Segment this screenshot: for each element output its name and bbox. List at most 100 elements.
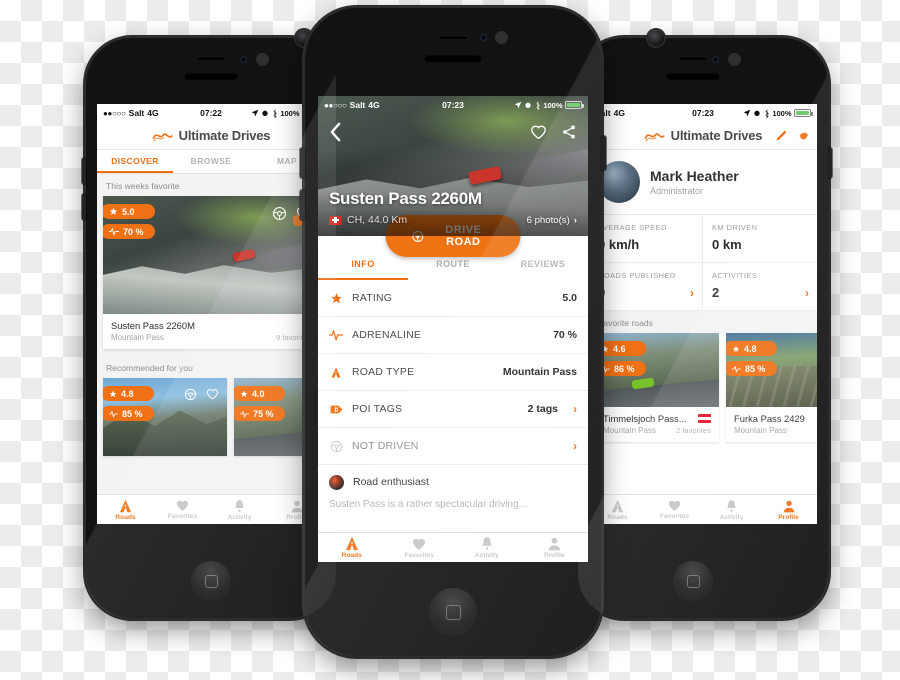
- road-enthusiast-row[interactable]: Road enthusiast: [318, 465, 588, 499]
- share-icon[interactable]: [561, 124, 577, 140]
- tabbar-item-favorites[interactable]: Favorites: [646, 495, 703, 524]
- front-camera-icon: [712, 56, 719, 63]
- power-button[interactable]: [601, 136, 606, 170]
- home-button-left[interactable]: [191, 561, 231, 601]
- info-list: RATING 5.0 ADRENALINE 70 % ROAD TYPE Mou…: [318, 280, 588, 512]
- info-row-not-driven[interactable]: NOT DRIVEN ›: [318, 428, 588, 465]
- heart-outline-icon[interactable]: [206, 388, 219, 400]
- segment-route[interactable]: ROUTE: [408, 259, 498, 280]
- app-title: Ultimate Drives: [178, 128, 271, 143]
- info-row-poi-tags[interactable]: POI TAGS 2 tags ›: [318, 391, 588, 428]
- tabbar-item-activity[interactable]: Activity: [703, 495, 760, 524]
- info-label: RATING: [352, 292, 393, 304]
- road-favorites: 2 favorites: [675, 426, 711, 435]
- power-button[interactable]: [828, 148, 832, 178]
- home-button-center[interactable]: [429, 588, 477, 636]
- volume-down-button[interactable]: [82, 194, 86, 220]
- tabbar-item-favorites[interactable]: Favorites: [386, 533, 454, 562]
- discover-content: This weeks favorite 5.0 70 % Susten Pass…: [97, 174, 325, 494]
- info-value: 5.0: [562, 292, 577, 304]
- chevron-left-icon[interactable]: [329, 122, 342, 142]
- alarm-icon: [754, 110, 760, 116]
- adrenaline-badge: 85 %: [103, 406, 154, 421]
- road-icon: [345, 536, 358, 551]
- road-name: Furka Pass 2429: [734, 413, 805, 424]
- adrenaline-badge: 85 %: [726, 361, 777, 376]
- tabbar-item-favorites[interactable]: Favorites: [154, 495, 211, 524]
- status-bar-right: Salt 4G 07:23 100%: [589, 104, 817, 122]
- volume-down-button[interactable]: [300, 190, 305, 220]
- battery-icon: [794, 109, 813, 117]
- road-icon: [329, 366, 343, 379]
- star-icon: [240, 390, 248, 397]
- road-type: Mountain Pass: [111, 333, 164, 342]
- info-value: Mountain Pass: [502, 366, 577, 378]
- stat-roads-published[interactable]: ROADS PUBLISHED 0 ›: [589, 263, 703, 311]
- chevron-right-icon: ›: [573, 402, 577, 416]
- tabbar-item-roads[interactable]: Roads: [97, 495, 154, 524]
- tab-browse[interactable]: BROWSE: [173, 150, 249, 173]
- segment-info[interactable]: INFO: [318, 259, 408, 280]
- info-row-road-type: ROAD TYPE Mountain Pass: [318, 354, 588, 391]
- screen-left: ●●○○○ Salt 4G 07:22 100% Ultimate Drives: [97, 104, 325, 524]
- adrenaline-value: 70 %: [123, 226, 144, 237]
- chevron-right-icon: ›: [573, 439, 577, 453]
- steering-wheel-icon[interactable]: [272, 206, 287, 221]
- favorite-road-card-2[interactable]: 4.8 85 % Furka Pass 2429 Mountain Pass: [726, 333, 817, 442]
- tabbar-label: Roads: [607, 513, 628, 521]
- featured-badges: 5.0 70 %: [103, 204, 155, 239]
- pulse-icon: [240, 410, 249, 417]
- tabbar-right: Roads Favorites Activity Profile: [589, 494, 817, 524]
- featured-road-card[interactable]: 5.0 70 % Susten Pass 2260M Mountain Pass…: [103, 196, 319, 349]
- tag-icon: [329, 404, 343, 415]
- recommended-badges-2: 4.0 75 %: [234, 386, 285, 421]
- heart-outline-icon[interactable]: [530, 124, 547, 140]
- front-speaker: [439, 35, 467, 39]
- battery-icon: [565, 101, 584, 109]
- info-row-adrenaline: ADRENALINE 70 %: [318, 317, 588, 354]
- stat-activities[interactable]: ACTIVITIES 2 ›: [703, 263, 817, 311]
- tabbar-center: Roads Favorites Activity Profile: [318, 532, 588, 562]
- photos-link[interactable]: 6 photo(s) ›: [527, 215, 577, 226]
- road-description-cutoff: Susten Pass is a rather spectacular driv…: [318, 499, 588, 512]
- tabbar-item-profile[interactable]: Profile: [760, 495, 817, 524]
- front-camera-icon: [240, 56, 247, 63]
- hero-actions: [530, 124, 577, 140]
- adrenaline-badge: 86 %: [595, 361, 646, 376]
- screen-center: ●●○○○ Salt 4G 07:23 100% Susten Pass 226…: [318, 96, 588, 562]
- segment-reviews[interactable]: REVIEWS: [498, 259, 588, 280]
- person-icon: [291, 500, 302, 512]
- gear-icon[interactable]: [797, 129, 810, 142]
- earpiece-speaker: [424, 54, 482, 62]
- adrenaline-badge: 70 %: [103, 224, 155, 239]
- tabbar-item-profile[interactable]: Profile: [521, 533, 589, 562]
- alarm-icon: [262, 110, 268, 116]
- battery-percent: 100%: [280, 108, 300, 118]
- adrenaline-badge: 75 %: [234, 406, 285, 421]
- rating-value: 4.6: [613, 343, 626, 354]
- volume-up-button[interactable]: [82, 158, 86, 184]
- steering-wheel-icon[interactable]: [184, 388, 197, 401]
- tabbar-item-roads[interactable]: Roads: [318, 533, 386, 562]
- pencil-icon[interactable]: [775, 129, 788, 142]
- location-arrow-icon: [251, 109, 259, 117]
- bluetooth-icon: [765, 108, 769, 118]
- volume-up-button[interactable]: [300, 148, 305, 178]
- proximity-sensor-icon: [256, 53, 269, 66]
- tabbar-label: Profile: [286, 513, 307, 521]
- tabbar-item-activity[interactable]: Activity: [453, 533, 521, 562]
- rating-badge: 4.8: [103, 386, 154, 401]
- tab-discover[interactable]: DISCOVER: [97, 150, 173, 173]
- location-arrow-icon: [514, 101, 522, 109]
- recommended-card-1[interactable]: 4.8 85 %: [103, 378, 227, 456]
- avatar: [329, 474, 344, 490]
- tabbar-item-activity[interactable]: Activity: [211, 495, 268, 524]
- rear-camera-icon: [648, 30, 664, 46]
- star-icon: [109, 390, 117, 397]
- heart-icon: [668, 500, 681, 511]
- favorite-road-card-1[interactable]: 4.6 86 % Timmelsjoch Pass... Mountain Pa…: [595, 333, 719, 442]
- status-right: 100%: [743, 108, 813, 118]
- home-button-right[interactable]: [673, 561, 713, 601]
- tabbar-label: Roads: [341, 552, 362, 559]
- stat-km-driven: KM DRIVEN 0 km: [703, 215, 817, 263]
